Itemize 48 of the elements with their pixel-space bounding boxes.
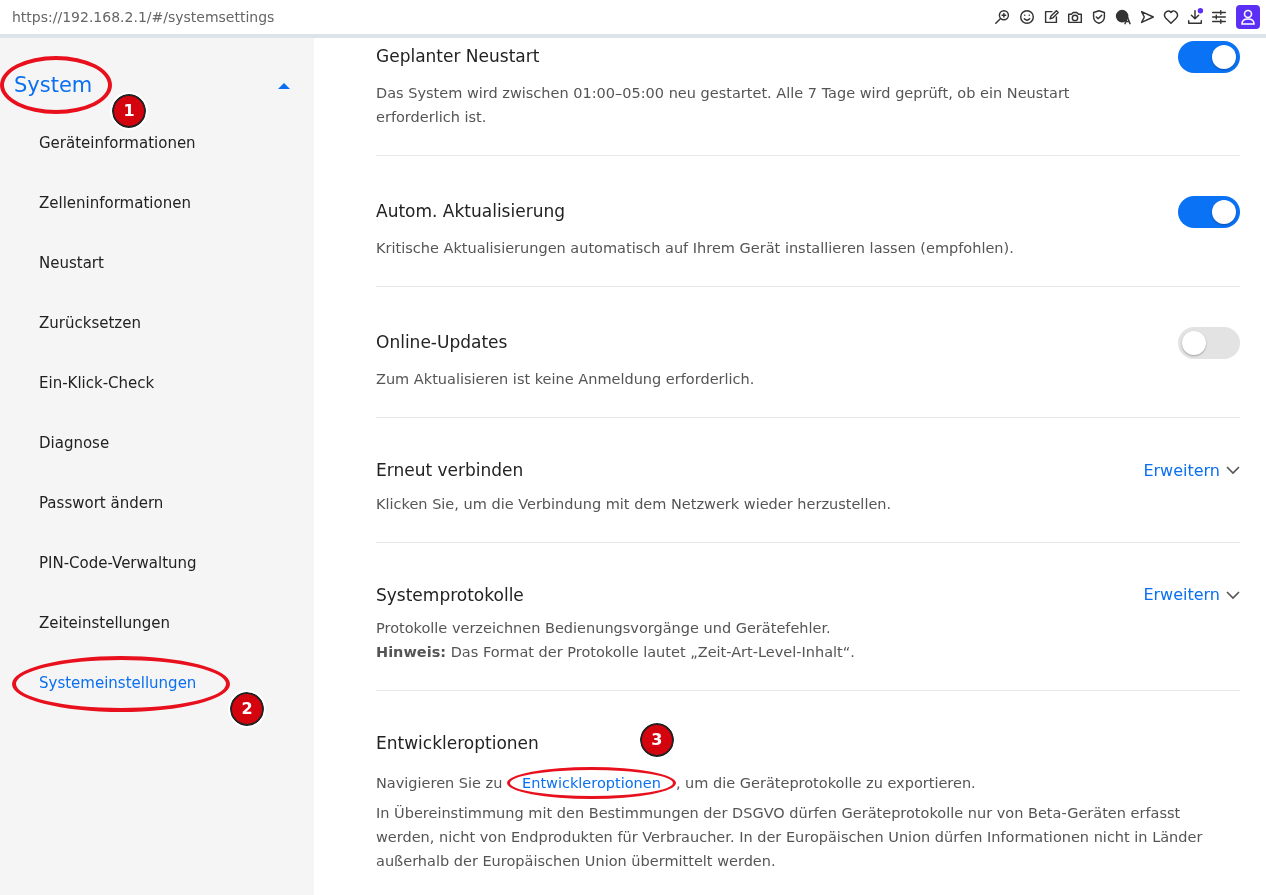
- sidebar-item[interactable]: Systemeinstellungen: [39, 672, 197, 695]
- sidebar-item[interactable]: Ein-Klick-Check: [39, 372, 155, 395]
- toggle-switch[interactable]: [1178, 196, 1240, 228]
- send-icon[interactable]: [1138, 8, 1156, 26]
- developer-options-link[interactable]: Entwickleroptionen: [507, 766, 676, 799]
- sliders-icon[interactable]: [1210, 8, 1228, 26]
- sidebar-item[interactable]: Neustart: [39, 252, 104, 275]
- chevron-down-icon: [1226, 590, 1240, 600]
- download-icon[interactable]: [1186, 8, 1204, 26]
- sidebar-item[interactable]: Zeiteinstellungen: [39, 612, 170, 635]
- setting-description: Das System wird zwischen 01:00–05:00 neu gestartet. Alle 7 Tage wird geprüft, ob ein Neustart erforderlich ist.: [376, 84, 1071, 127]
- sidebar-group-label[interactable]: System: [14, 70, 93, 102]
- setting-description: Kritische Aktualisierungen automatisch auf Ihrem Gerät installieren lassen (empfohlen).: [376, 239, 1015, 258]
- sidebar-item[interactable]: Geräteinformationen: [39, 132, 196, 155]
- sidebar-item[interactable]: Diagnose: [39, 432, 110, 455]
- setting-title: Autom. Aktualisierung: [376, 200, 565, 224]
- chevron-down-icon: [1226, 466, 1240, 476]
- setting-title: Geplanter Neustart: [376, 45, 540, 69]
- callout-number: 2: [230, 692, 264, 726]
- profile-button[interactable]: [1236, 5, 1260, 29]
- expand-link[interactable]: Erweitern: [1143, 458, 1240, 483]
- callout-number: 1: [112, 94, 146, 128]
- setting-title: Systemprotokolle: [376, 583, 524, 607]
- expand-link[interactable]: Erweitern: [1143, 583, 1240, 608]
- setting-description: Zum Aktualisieren ist keine Anmeldung erforderlich.: [376, 370, 756, 389]
- setting-title: Online-Updates: [376, 331, 508, 355]
- setting-title: Erneut verbinden: [376, 459, 524, 482]
- sidebar-item[interactable]: PIN-Code-Verwaltung: [39, 552, 197, 575]
- address-bar[interactable]: https://192.168.2.1/#/systemsettings: [12, 6, 988, 28]
- heart-icon[interactable]: [1162, 8, 1180, 26]
- zoom-in-icon[interactable]: [994, 8, 1012, 26]
- edit-icon[interactable]: [1042, 8, 1060, 26]
- shield-icon[interactable]: [1090, 8, 1108, 26]
- setting-description: Navigieren Sie zu Entwickleroptionen , um die Geräteprotokolle zu exportieren.: [376, 764, 1096, 801]
- toggle-switch[interactable]: [1178, 327, 1240, 359]
- setting-description: Hinweis: Das Format der Protokolle lautet „Zeit-Art-Level-Inhalt“.: [376, 643, 856, 662]
- sidebar-item[interactable]: Zurücksetzen: [39, 312, 141, 335]
- caret-icon[interactable]: [278, 81, 290, 90]
- setting-description: In Übereinstimmung mit den Bestimmungen der DSGVO dürfen Geräteprotokolle nur von Beta-Geräten erfasst werden, nicht von Endprodukten für Verbraucher. In der Europäischen Union dürfen Informationen nicht in Länder außerhalb der Europäischen Union übermittelt werden.: [376, 803, 1204, 871]
- setting-title: Entwickleroptionen: [376, 732, 539, 755]
- sidebar-item[interactable]: Passwort ändern: [39, 492, 164, 515]
- setting-description: Klicken Sie, um die Verbindung mit dem Netzwerk wieder herzustellen.: [376, 494, 893, 514]
- smiley-icon[interactable]: [1018, 8, 1036, 26]
- callout-number: 3: [639, 722, 674, 757]
- setting-description: Protokolle verzeichnen Bedienungsvorgänge und Gerätefehler.: [376, 619, 832, 638]
- sidebar-item[interactable]: Zelleninformationen: [39, 192, 191, 215]
- toggle-switch[interactable]: [1178, 41, 1240, 73]
- person-icon: [1241, 9, 1255, 25]
